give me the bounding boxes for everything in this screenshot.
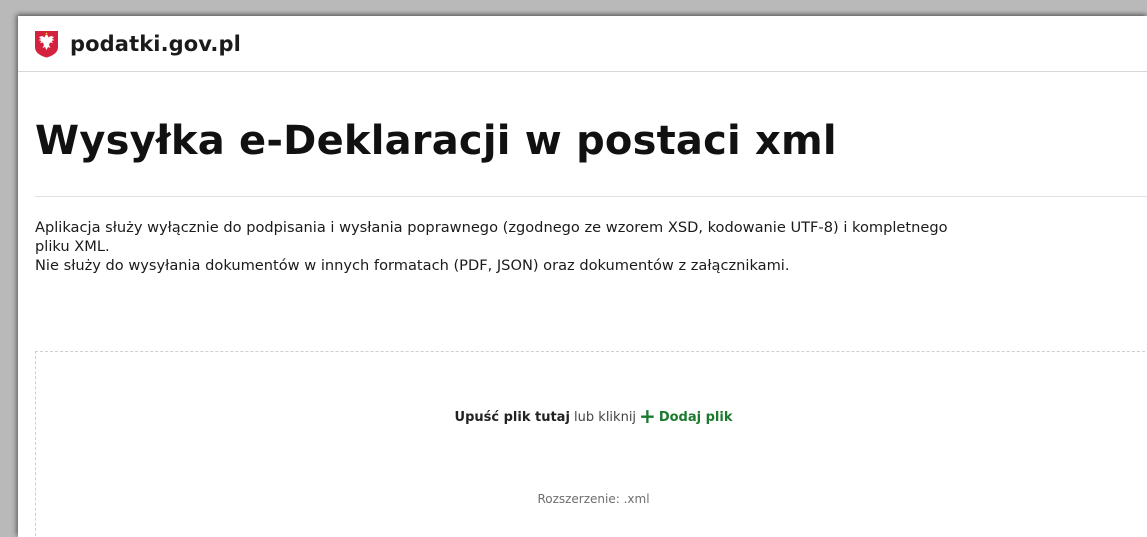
add-file-button[interactable]: Dodaj plik — [659, 410, 733, 425]
dropzone-instruction: Upuść plik tutaj lub kliknij + Dodaj plik — [36, 404, 1147, 428]
intro-line-1: Aplikacja służy wyłącznie do podpisania … — [35, 219, 948, 236]
or-text: lub — [574, 410, 595, 425]
drop-here-text: Upuść plik tutaj — [454, 410, 570, 425]
site-header: podatki.gov.pl — [18, 16, 1147, 72]
polish-eagle-emblem-icon[interactable] — [34, 30, 59, 58]
title-divider — [35, 196, 1147, 197]
intro-line-3: Nie służy do wysyłania dokumentów w inny… — [35, 257, 790, 274]
site-brand-link[interactable]: podatki.gov.pl — [70, 32, 241, 56]
intro-description: Aplikacja służy wyłącznie do podpisania … — [35, 218, 1095, 275]
browser-page: podatki.gov.pl Wysyłka e-Deklaracji w po… — [18, 16, 1147, 537]
file-dropzone[interactable]: Upuść plik tutaj lub kliknij + Dodaj plik … — [35, 351, 1147, 537]
intro-line-2: pliku XML. — [35, 238, 110, 255]
plus-icon[interactable]: + — [639, 404, 656, 428]
allowed-extension-hint: Rozszerzenie: .xml — [537, 492, 650, 506]
page-title: Wysyłka e-Deklaracji w postaci xml — [35, 118, 837, 164]
click-text: kliknij — [598, 410, 637, 425]
